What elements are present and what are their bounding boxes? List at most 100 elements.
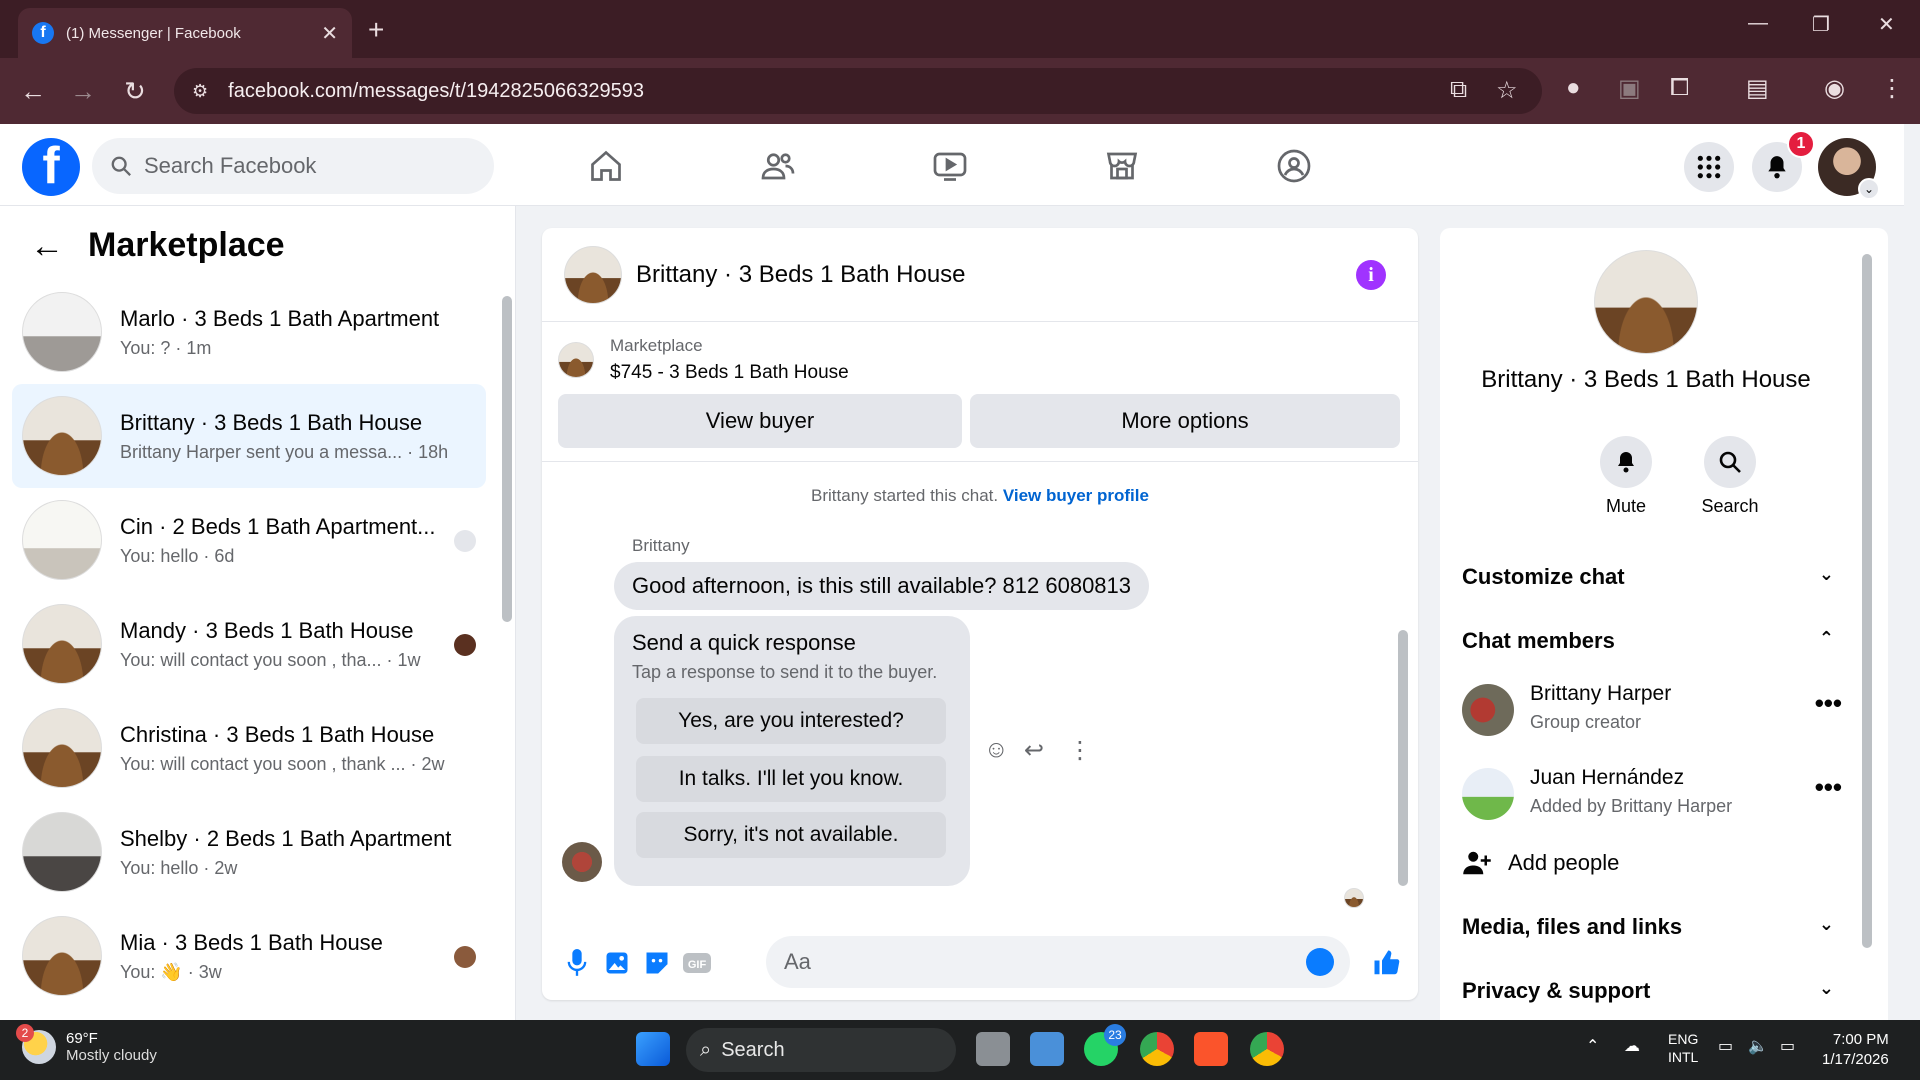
back-arrow-icon[interactable]: ← [30, 229, 64, 263]
task-view-icon[interactable] [976, 1032, 1010, 1066]
member-item[interactable]: Brittany Harper Group creator ••• [1462, 680, 1842, 740]
customize-chat-row[interactable]: Customize chat ⌄ [1462, 564, 1834, 590]
extensions-puzzle-icon[interactable]: ⧠ [1670, 74, 1689, 102]
close-tab-icon[interactable]: ✕ [321, 21, 338, 46]
system-clock[interactable]: 7:00 PM 1/17/2026 [1822, 1030, 1889, 1070]
conversation-item[interactable]: Cin · 2 Beds 1 Bath Apartment... You: he… [12, 488, 486, 592]
facebook-search[interactable]: Search Facebook [92, 138, 494, 194]
address-bar[interactable]: ⚙ facebook.com/messages/t/19428250663295… [174, 68, 1542, 114]
extension-circle-icon[interactable]: ● [1566, 74, 1581, 102]
battery-icon[interactable]: ▭ [1780, 1036, 1795, 1056]
member-options-icon[interactable]: ••• [1815, 772, 1842, 803]
media-control-icon[interactable]: ▤ [1746, 74, 1769, 103]
forward-icon[interactable]: → [70, 76, 96, 106]
add-person-icon [1463, 851, 1491, 875]
seen-avatar [454, 946, 476, 968]
reply-icon[interactable]: ↩ [1024, 736, 1044, 765]
chat-avatar[interactable] [564, 245, 622, 304]
thumbs-up-icon[interactable] [1370, 946, 1404, 980]
install-app-icon[interactable]: ⧉ [1450, 76, 1467, 104]
media-files-row[interactable]: Media, files and links ⌄ [1462, 914, 1834, 940]
new-tab-icon[interactable]: + [368, 14, 384, 46]
bookmark-star-icon[interactable]: ☆ [1496, 76, 1518, 105]
site-info-icon[interactable]: ⚙ [192, 81, 208, 102]
privacy-support-row[interactable]: Privacy & support ⌄ [1462, 978, 1834, 1004]
facebook-logo-icon[interactable]: f [22, 138, 80, 196]
add-people-row[interactable]: Add people [1462, 850, 1834, 876]
chat-started-notice: Brittany started this chat. View buyer p… [542, 486, 1418, 506]
restore-icon[interactable]: ❐ [1812, 12, 1830, 37]
conversation-item[interactable]: Mia · 3 Beds 1 Bath House You: 👋 · 3w [12, 904, 486, 1008]
sidebar-scrollbar[interactable] [502, 296, 512, 622]
minimize-icon[interactable]: — [1748, 12, 1768, 35]
started-text: Brittany started this chat. [811, 486, 999, 505]
sidebar-title: Marketplace [88, 226, 285, 264]
menu-grid-icon[interactable] [1684, 142, 1734, 192]
conversation-item-active[interactable]: Brittany · 3 Beds 1 Bath House Brittany … [12, 384, 486, 488]
member-options-icon[interactable]: ••• [1815, 688, 1842, 719]
menu-dots-icon[interactable]: ⋮ [1880, 74, 1904, 103]
tray-overflow-icon[interactable]: ⌃ [1586, 1036, 1599, 1056]
search-chat-button[interactable]: Search [1690, 436, 1770, 517]
browser-tab[interactable]: f (1) Messenger | Facebook ✕ [18, 8, 352, 58]
emoji-icon[interactable] [1306, 948, 1334, 976]
display-icon[interactable]: ▭ [1718, 1036, 1733, 1056]
clock-date: 1/17/2026 [1822, 1051, 1889, 1068]
groups-icon[interactable] [1272, 144, 1316, 188]
chat-title[interactable]: Brittany · 3 Beds 1 Bath House [636, 261, 966, 289]
brave-icon[interactable] [1194, 1032, 1228, 1066]
briefcase-icon[interactable]: ▣ [1618, 74, 1641, 103]
add-people-label: Add people [1508, 850, 1620, 875]
marketplace-icon[interactable] [1100, 144, 1144, 188]
sticker-icon[interactable] [640, 946, 674, 980]
notepad-icon[interactable] [1030, 1032, 1064, 1066]
chrome-icon[interactable] [1140, 1032, 1174, 1066]
whatsapp-icon[interactable]: 23 [1084, 1024, 1126, 1066]
quick-response-in-talks[interactable]: In talks. I'll let you know. [636, 756, 946, 802]
photo-icon[interactable] [600, 946, 634, 980]
listing-thumbnail [22, 604, 102, 684]
account-avatar[interactable]: ⌄ [1818, 138, 1880, 200]
more-actions-icon[interactable]: ⋮ [1068, 736, 1092, 765]
sender-avatar[interactable] [562, 842, 602, 882]
microphone-icon[interactable] [560, 946, 594, 980]
quick-response-not-available[interactable]: Sorry, it's not available. [636, 812, 946, 858]
media-files-label: Media, files and links [1462, 914, 1683, 939]
back-icon[interactable]: ← [20, 76, 46, 106]
language-indicator[interactable]: ENG INTL [1668, 1030, 1698, 1066]
mute-button[interactable]: Mute [1586, 436, 1666, 517]
conversation-item[interactable]: Mandy · 3 Beds 1 Bath House You: will co… [12, 592, 486, 696]
info-icon[interactable]: i [1356, 260, 1386, 290]
windows-start-icon[interactable] [636, 1032, 670, 1066]
view-buyer-button[interactable]: View buyer [558, 394, 962, 448]
member-item[interactable]: Juan Hernández Added by Brittany Harper … [1462, 764, 1842, 824]
reload-icon[interactable]: ↻ [124, 76, 146, 106]
network-icon[interactable]: ☁ [1624, 1036, 1640, 1056]
gif-icon[interactable]: GIF [680, 946, 714, 980]
conversation-item[interactable]: Christina · 3 Beds 1 Bath House You: wil… [12, 696, 486, 800]
more-options-button[interactable]: More options [970, 394, 1400, 448]
conversation-item[interactable]: Shelby · 2 Beds 1 Bath Apartment You: he… [12, 800, 486, 904]
conversation-item[interactable]: Marlo · 3 Beds 1 Bath Apartment You: ? ·… [12, 280, 486, 384]
react-emoji-icon[interactable]: ☺ [984, 736, 1009, 764]
profile-icon[interactable]: ◉ [1824, 74, 1845, 103]
volume-icon[interactable]: 🔈 [1748, 1036, 1768, 1056]
weather-badge: 2 [16, 1024, 34, 1042]
chat-members-row[interactable]: Chat members ⌃ [1462, 628, 1834, 654]
weather-widget[interactable]: 2 69°F Mostly cloudy [16, 1024, 157, 1064]
chrome-profile-icon[interactable] [1250, 1032, 1284, 1066]
window-close-icon[interactable]: ✕ [1878, 12, 1895, 37]
home-icon[interactable] [584, 144, 628, 188]
quick-response-yes[interactable]: Yes, are you interested? [636, 698, 946, 744]
tab-title: (1) Messenger | Facebook [66, 24, 241, 42]
chat-scrollbar[interactable] [1398, 630, 1408, 886]
member-avatar [1462, 684, 1514, 736]
details-scrollbar[interactable] [1862, 254, 1872, 948]
taskbar-search[interactable]: ⌕ Search [686, 1028, 956, 1072]
conversation-preview: You: 👋 · 3w [120, 961, 222, 982]
message-input[interactable]: Aa [766, 936, 1350, 988]
video-icon[interactable] [928, 144, 972, 188]
friends-icon[interactable] [756, 144, 800, 188]
view-buyer-profile-link[interactable]: View buyer profile [1003, 486, 1149, 505]
conversation-preview: You: ? · 1m [120, 337, 212, 358]
